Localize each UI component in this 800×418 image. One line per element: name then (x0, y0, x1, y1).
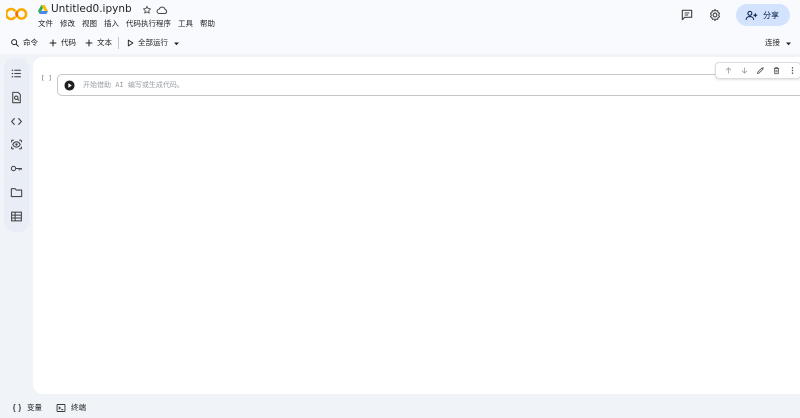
connect-label: 连接 (765, 38, 780, 47)
menu-view[interactable]: 视图 (82, 18, 97, 29)
command-palette-button[interactable]: 命令 (10, 37, 38, 49)
command-label: 命令 (23, 38, 38, 47)
notebook-panel: [ ] (33, 57, 800, 394)
star-icon[interactable] (142, 5, 152, 15)
chevron-down-icon[interactable] (785, 40, 792, 47)
more-icon[interactable] (788, 66, 797, 75)
comment-icon[interactable] (680, 8, 694, 22)
cell-toolbar (715, 62, 800, 79)
menu-edit[interactable]: 修改 (60, 18, 75, 29)
variables-button[interactable]: 变量 (12, 403, 42, 413)
add-text-button[interactable]: 文本 (84, 37, 112, 49)
terminal-icon (56, 404, 66, 412)
colab-logo-icon[interactable] (6, 7, 28, 21)
left-side-rail (4, 58, 29, 232)
menu-runtime[interactable]: 代码执行程序 (126, 18, 171, 29)
menu-bar: 文件 修改 视图 插入 代码执行程序 工具 帮助 (38, 18, 222, 29)
menu-tools[interactable]: 工具 (178, 18, 193, 29)
settings-gear-icon[interactable] (708, 8, 722, 22)
menu-insert[interactable]: 插入 (104, 18, 119, 29)
data-table-icon[interactable] (10, 210, 23, 223)
run-all-button[interactable]: 全部运行 (125, 37, 180, 49)
code-cell-input[interactable] (83, 75, 783, 95)
terminal-label: 终端 (71, 403, 86, 412)
add-code-button[interactable]: 代码 (48, 37, 76, 49)
menu-file[interactable]: 文件 (38, 18, 53, 29)
search-icon (11, 39, 19, 47)
table-of-contents-icon[interactable] (10, 67, 23, 80)
menu-help[interactable]: 帮助 (200, 18, 215, 29)
cloud-saved-icon[interactable] (156, 5, 168, 15)
folder-icon[interactable] (10, 186, 23, 199)
share-label: 分享 (763, 10, 779, 20)
secrets-icon[interactable] (10, 138, 23, 151)
braces-icon (13, 404, 21, 412)
delete-icon[interactable] (772, 66, 781, 75)
toolbar-divider (118, 37, 119, 49)
search-notebook-icon[interactable] (10, 91, 23, 104)
google-drive-icon[interactable] (38, 5, 48, 14)
notebook-title-row: Untitled0.ipynb (38, 3, 168, 16)
chevron-down-icon[interactable] (173, 40, 180, 47)
variables-label: 变量 (27, 403, 42, 412)
bottom-status-bar: 变量 终端 (0, 398, 800, 418)
app-header: Untitled0.ipynb 文件 修改 视图 插入 代码执行程序 工具 帮助 (0, 0, 800, 32)
connect-button[interactable]: 连接 (765, 37, 792, 49)
move-down-icon[interactable] (740, 66, 749, 75)
code-cell[interactable] (57, 74, 800, 96)
edit-icon[interactable] (756, 66, 765, 75)
notebook-toolbar: 命令 代码 文本 全部运行 连接 (0, 32, 800, 54)
code-snippets-icon[interactable] (10, 115, 23, 128)
cell-execution-count: [ ] (41, 75, 52, 82)
add-code-label: 代码 (61, 38, 76, 47)
move-up-icon[interactable] (724, 66, 733, 75)
plus-icon (85, 39, 93, 47)
run-all-label: 全部运行 (138, 38, 168, 47)
plus-icon (49, 39, 57, 47)
notebook-title[interactable]: Untitled0.ipynb (51, 3, 132, 16)
people-icon (745, 10, 758, 20)
key-icon[interactable] (10, 162, 23, 175)
play-outline-icon (127, 39, 134, 47)
terminal-button[interactable]: 终端 (56, 403, 86, 413)
share-button[interactable]: 分享 (736, 4, 790, 26)
run-cell-button[interactable] (64, 80, 75, 91)
add-text-label: 文本 (97, 38, 112, 47)
header-actions: 分享 (680, 4, 790, 26)
